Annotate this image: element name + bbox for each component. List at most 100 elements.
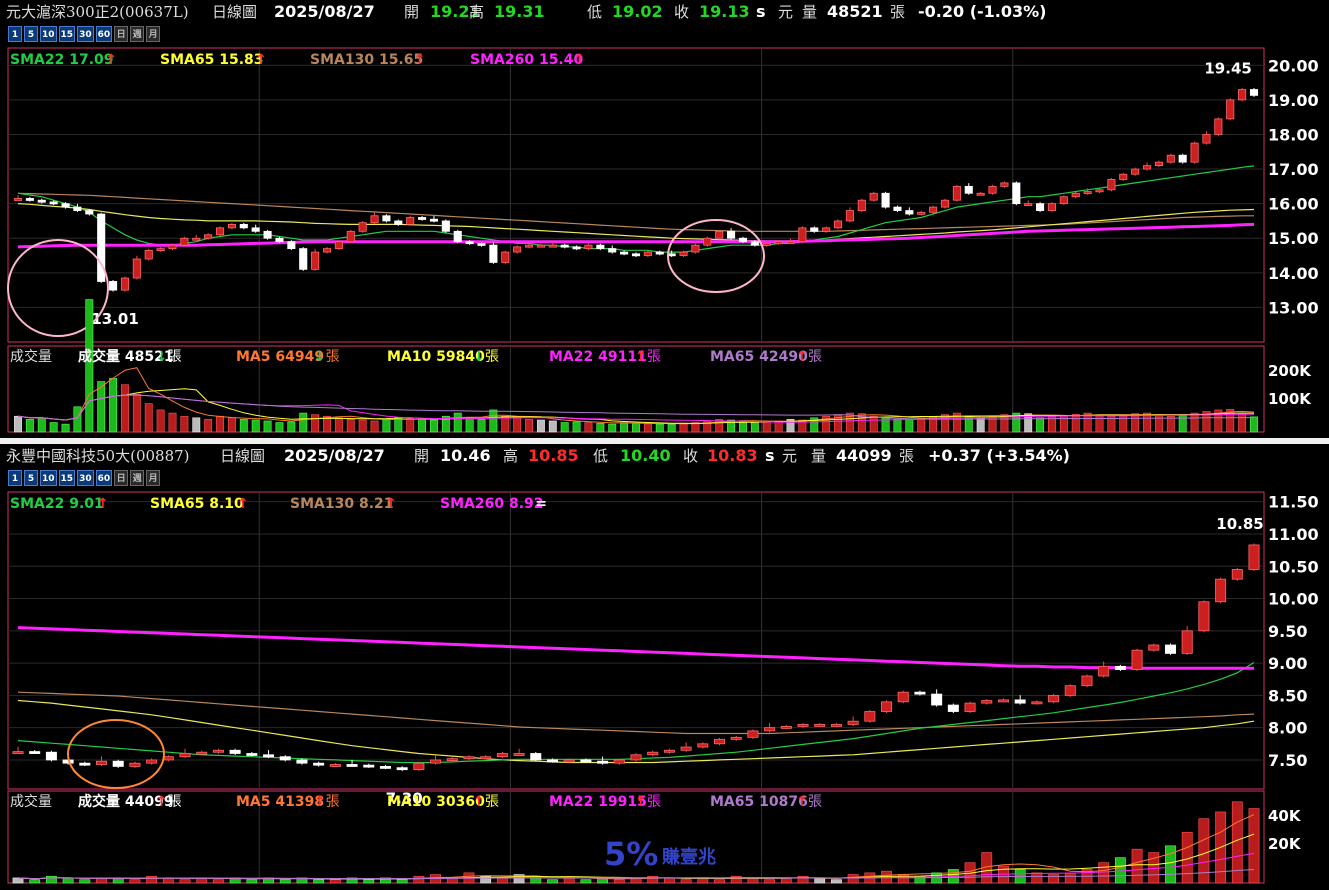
volume-bar	[580, 879, 592, 884]
ma-legend-arrow: ↑	[385, 496, 397, 512]
volume-bar	[869, 415, 878, 433]
volume-legend-unit: 張	[647, 349, 661, 365]
candle	[897, 690, 909, 704]
candle	[1164, 643, 1176, 655]
volume-bar	[655, 423, 664, 433]
volume-legend-arrow: ↑	[156, 794, 168, 810]
volume-bar	[667, 424, 676, 433]
volume-bar	[1165, 845, 1176, 884]
candle	[239, 222, 248, 230]
candle	[893, 205, 902, 213]
volume-bar	[584, 422, 593, 433]
candle	[764, 722, 776, 733]
y-tick-label: 20.00	[1268, 56, 1319, 75]
candle	[13, 195, 23, 201]
volume-bar	[311, 414, 320, 433]
volume-bar	[1154, 414, 1163, 433]
volume-bar	[1048, 874, 1059, 884]
volume-bar	[382, 419, 391, 433]
volume-bar	[179, 879, 191, 884]
candle	[73, 203, 82, 213]
candle	[727, 228, 736, 240]
candle	[144, 248, 153, 261]
candle	[797, 722, 809, 728]
candle	[120, 276, 130, 292]
volume-bar	[192, 417, 201, 433]
y-tick-label: 8.00	[1268, 719, 1307, 738]
candle	[45, 750, 57, 762]
candle	[1036, 202, 1045, 213]
candle	[964, 183, 973, 195]
volume-bar	[239, 419, 248, 433]
candle	[1081, 674, 1093, 688]
ma-legend-item: SMA65 15.83	[160, 52, 264, 68]
candle	[1012, 181, 1021, 206]
volume-bar	[453, 412, 462, 433]
volume-legend-arrow: ↑	[796, 349, 808, 365]
volume-bar	[643, 423, 652, 433]
volume-legend-title: 成交量	[10, 348, 52, 365]
candle	[1071, 191, 1080, 199]
volume-bar	[370, 420, 379, 433]
candle	[246, 752, 258, 757]
watermark-percent: 5%	[604, 835, 658, 873]
volume-bar	[1238, 412, 1247, 433]
y-tick-label: 17.00	[1268, 160, 1319, 179]
volume-legend-item: MA22 19915	[549, 794, 647, 810]
price-chart: 20.00 19.00 18.00 17.00 16.00 15.00 14.00 13.00…	[7, 47, 1319, 433]
candle	[311, 248, 320, 271]
candle	[530, 752, 542, 762]
candle	[1048, 693, 1060, 704]
volume-legend-item: MA65 10876	[710, 794, 808, 810]
volume-bar	[25, 419, 34, 433]
volume-bar	[1095, 414, 1104, 433]
candle	[947, 703, 959, 714]
volume-bar	[406, 418, 415, 433]
volume-bar	[168, 412, 177, 433]
candle	[988, 184, 997, 195]
candle	[997, 698, 1009, 703]
candle	[691, 243, 700, 254]
candle	[929, 205, 938, 214]
candle	[453, 229, 462, 244]
candle	[1059, 195, 1068, 206]
volume-bar	[1036, 417, 1045, 433]
volume-bar	[109, 378, 118, 433]
candle	[830, 722, 842, 727]
volume-bar	[313, 879, 325, 884]
candle	[463, 755, 475, 761]
volume-tick-label: 200K	[1268, 362, 1312, 380]
candle	[29, 750, 41, 754]
volume-bar	[156, 409, 165, 433]
candle	[263, 750, 275, 759]
candle	[441, 219, 450, 233]
volume-bar	[714, 879, 725, 884]
volume-bar	[358, 419, 367, 433]
volume-bar	[263, 420, 272, 433]
candle	[1142, 162, 1152, 171]
volume-legend-arrow: ↑	[796, 794, 808, 810]
candle	[864, 710, 876, 723]
volume-bar	[1064, 872, 1076, 884]
volume-bar	[129, 879, 141, 884]
candle	[446, 757, 458, 762]
candle	[869, 191, 878, 202]
y-tick-label: 11.50	[1268, 493, 1319, 512]
volume-bar	[227, 417, 236, 433]
volume-legend-item: MA10 59840	[387, 349, 485, 365]
volume-bar	[146, 875, 158, 884]
ma-legend-item: SMA260 15.40	[470, 52, 583, 68]
volume-legend-unit: 張	[326, 349, 340, 365]
candle	[370, 212, 379, 225]
candle	[730, 735, 742, 741]
candle	[299, 247, 308, 271]
candle	[814, 722, 826, 727]
candle	[156, 247, 165, 252]
volume-bar	[45, 875, 57, 884]
volume-legend-arrow: ↓	[156, 349, 168, 365]
volume-legend-unit: 張	[808, 349, 822, 365]
candle	[1238, 88, 1247, 102]
candle	[680, 742, 692, 752]
volume-bar	[430, 419, 438, 433]
candle	[1131, 648, 1143, 672]
